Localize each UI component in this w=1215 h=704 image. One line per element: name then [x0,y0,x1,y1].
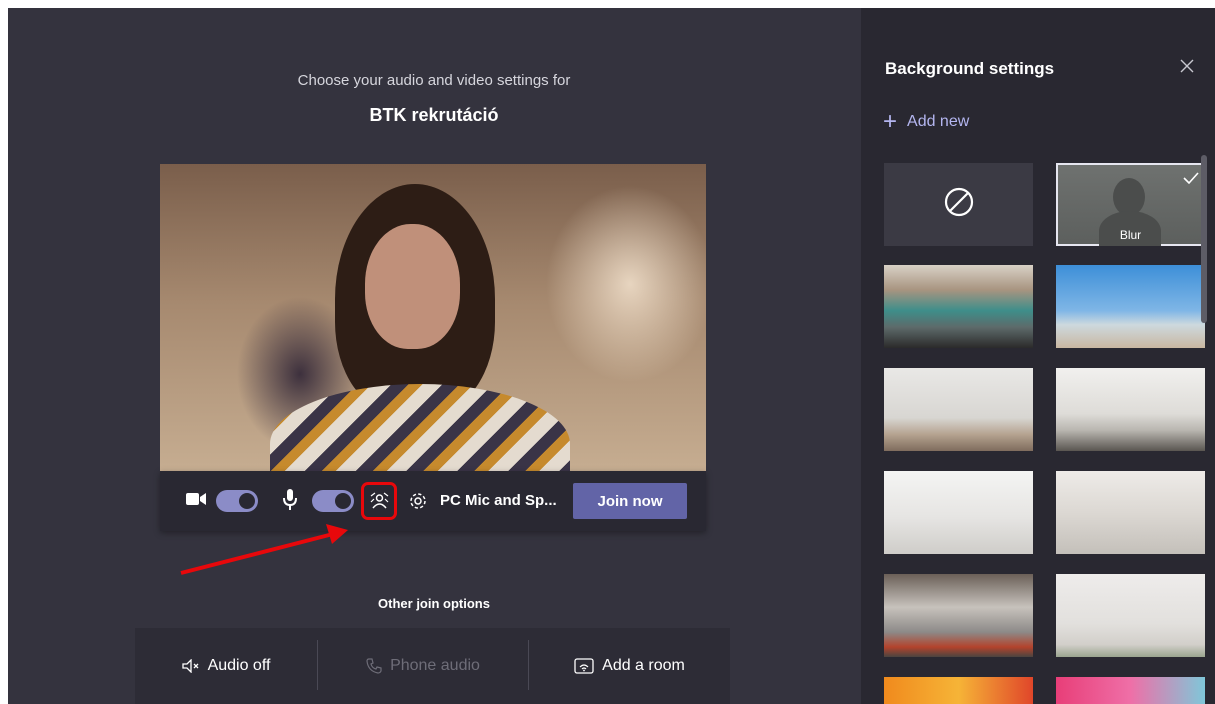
background-effects-button[interactable] [361,482,397,520]
panel-title: Background settings [885,59,1055,78]
phone-icon [366,658,382,674]
microphone-toggle-knob [335,493,351,509]
video-camera-icon [186,492,206,511]
other-join-options-bar: Audio off Phone audio Add a room [135,628,730,704]
background-blur-tile[interactable]: Blur [1056,163,1205,246]
prompt-text: Choose your audio and video settings for [297,72,571,89]
close-icon[interactable] [1177,56,1197,76]
add-new-button[interactable]: + Add new [883,108,970,135]
meeting-title: BTK rekrutáció [369,105,499,125]
video-preview [160,164,706,471]
checkmark-icon [1183,171,1199,189]
person-body [270,384,570,471]
background-effects-icon [370,492,389,515]
add-room-label: Add a room [602,657,685,674]
plus-icon: + [883,108,898,135]
background-bright-room-tile[interactable] [884,471,1033,554]
add-room-option[interactable]: Add a room [529,628,730,704]
microphone-toggle[interactable] [312,490,354,512]
teams-prejoin-window: Choose your audio and video settings for… [8,8,1215,704]
speaker-off-icon [181,659,200,673]
background-none-tile[interactable] [884,163,1033,246]
audio-device-label[interactable]: PC Mic and Sp... [440,492,557,509]
camera-toggle-knob [239,493,255,509]
audio-off-option[interactable]: Audio off [135,628,317,704]
background-plain-wall-tile[interactable] [1056,574,1205,657]
settings-gear-icon[interactable] [408,491,428,516]
join-now-button[interactable]: Join now [573,483,687,519]
person-face [365,224,460,349]
background-settings-panel: Background settings + Add new Blur [861,8,1215,704]
background-balloons-tile[interactable] [1056,677,1205,704]
microphone-icon [283,489,297,516]
background-white-room-tile[interactable] [884,368,1033,451]
blur-label: Blur [1119,228,1142,242]
phone-audio-label: Phone audio [390,657,480,674]
other-join-options-heading: Other join options [378,596,490,611]
background-loft-tile[interactable] [884,574,1033,657]
background-minimal-room-tile[interactable] [1056,471,1205,554]
camera-toggle[interactable] [216,490,258,512]
background-orange-tile[interactable] [884,677,1033,704]
background-office-lockers-tile[interactable] [884,265,1033,348]
background-mirror-room-tile[interactable] [1056,368,1205,451]
phone-audio-option[interactable]: Phone audio [318,628,528,704]
cast-icon [574,658,594,674]
add-new-label: Add new [907,113,970,130]
audio-off-label: Audio off [207,657,271,674]
background-beach-tile[interactable] [1056,265,1205,348]
none-icon [943,186,975,223]
panel-scrollbar[interactable] [1201,155,1207,323]
device-controls-bar: PC Mic and Sp... Join now [160,471,706,531]
